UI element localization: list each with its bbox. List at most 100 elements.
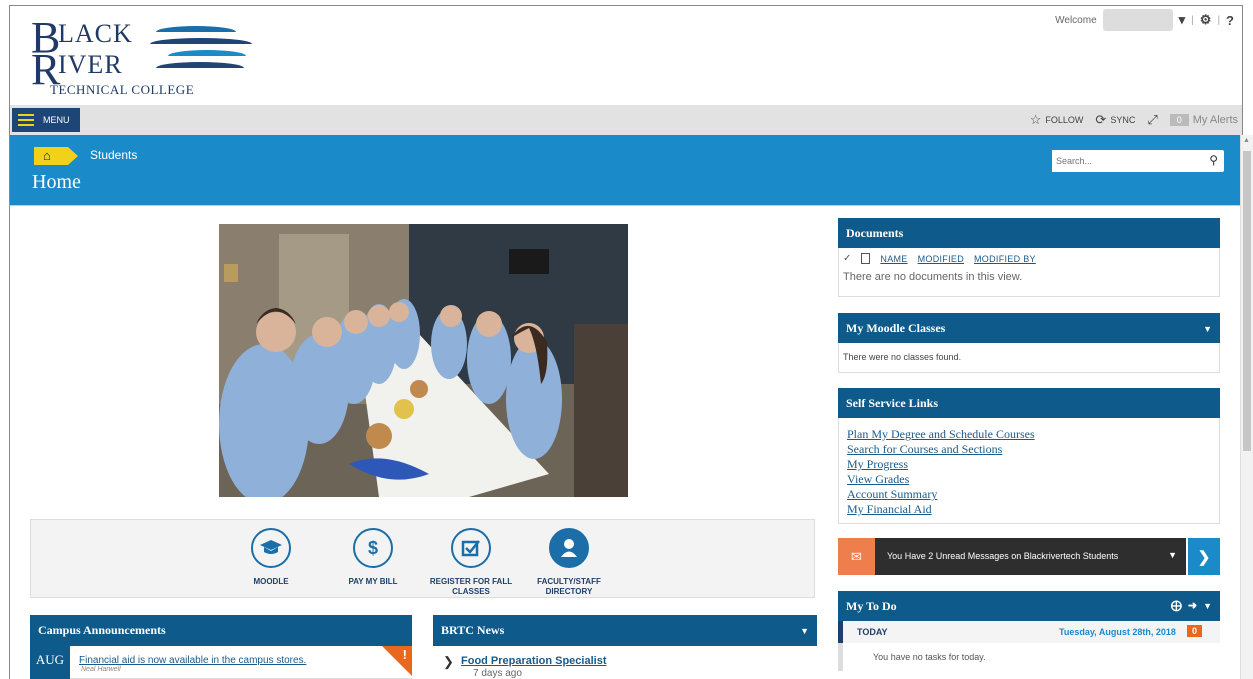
todo-date: Tuesday, August 28th, 2018 bbox=[1059, 627, 1176, 637]
campus-announcements-header: Campus Announcements bbox=[30, 615, 412, 646]
menu-button[interactable]: MENU bbox=[12, 108, 80, 132]
news-item-title-link[interactable]: Food Preparation Specialist bbox=[461, 655, 606, 667]
select-all-checkmark-icon[interactable]: ✓ bbox=[843, 253, 851, 264]
envelope-icon: ✉ bbox=[838, 538, 875, 575]
page-scrollbar[interactable]: ▲ bbox=[1240, 135, 1253, 679]
unread-messages-bar[interactable]: ✉ You Have 2 Unread Messages on Blackriv… bbox=[838, 538, 1186, 575]
suite-actions: ☆ FOLLOW ⟳ SYNC ⤢ 0 My Alerts bbox=[1030, 105, 1238, 135]
menu-label: MENU bbox=[43, 115, 70, 125]
announcement-title-link[interactable]: Financial aid is now available in the ca… bbox=[79, 655, 306, 666]
moodle-empty-message: There were no classes found. bbox=[843, 352, 962, 362]
faculty-staff-directory-link[interactable]: FACULTY/STAFF DIRECTORY bbox=[519, 528, 619, 597]
quick-links-bar: MOODLE $ PAY MY BILL REGISTER FOR FALL C… bbox=[30, 519, 815, 598]
divider: | bbox=[1217, 14, 1221, 26]
column-modified-by[interactable]: MODIFIED BY bbox=[974, 254, 1036, 264]
unread-messages-text[interactable]: You Have 2 Unread Messages on Blackriver… bbox=[887, 551, 1118, 561]
moodle-classes-body: There were no classes found. bbox=[838, 343, 1220, 373]
next-day-icon[interactable]: ➜ bbox=[1188, 599, 1197, 612]
breadcrumb-arrow bbox=[68, 147, 78, 165]
pay-my-bill-link[interactable]: $ PAY MY BILL bbox=[323, 528, 423, 587]
documents-header: Documents bbox=[838, 218, 1220, 248]
search-icon[interactable]: ⚲ bbox=[1209, 153, 1218, 167]
announcement-row[interactable]: Financial aid is now available in the ca… bbox=[70, 646, 412, 679]
chevron-down-icon[interactable]: ▼ bbox=[800, 626, 809, 636]
link-account-summary[interactable]: Account Summary bbox=[847, 487, 1211, 502]
chevron-down-icon[interactable]: ▾ bbox=[1179, 12, 1186, 28]
search-box: ⚲ bbox=[1052, 150, 1224, 172]
suite-bar: MENU ☆ FOLLOW ⟳ SYNC ⤢ 0 My Alerts bbox=[9, 105, 1243, 135]
documents-empty-message: There are no documents in this view. bbox=[843, 271, 1023, 283]
todo-empty-message: You have no tasks for today. bbox=[873, 652, 986, 662]
link-my-financial-aid[interactable]: My Financial Aid bbox=[847, 502, 1211, 517]
moodle-classes-title: My Moodle Classes bbox=[846, 320, 946, 335]
help-icon[interactable]: ? bbox=[1226, 13, 1234, 28]
chevron-down-icon[interactable]: ▼ bbox=[1203, 599, 1212, 612]
user-name-redacted[interactable] bbox=[1102, 9, 1173, 31]
breadcrumb-home[interactable]: ⌂ bbox=[34, 147, 78, 165]
announcement-month: AUG bbox=[30, 646, 70, 679]
self-service-links-panel: Self Service Links Plan My Degree and Sc… bbox=[838, 388, 1220, 524]
column-name[interactable]: NAME bbox=[880, 254, 907, 264]
link-search-courses[interactable]: Search for Courses and Sections bbox=[847, 442, 1211, 457]
search-input[interactable] bbox=[1052, 150, 1192, 172]
banner-photo bbox=[219, 224, 628, 497]
campus-announcements-panel: Campus Announcements AUG Financial aid i… bbox=[30, 615, 412, 679]
todo-header: My To Do ⨁ ➜ ▼ bbox=[838, 591, 1220, 621]
todo-today-row: TODAY Tuesday, August 28th, 2018 0 bbox=[838, 621, 1220, 643]
gear-icon[interactable]: ⚙ bbox=[1200, 12, 1212, 28]
pay-my-bill-label: PAY MY BILL bbox=[348, 577, 398, 586]
user-bar: Welcome ▾ | ⚙ | ? bbox=[1055, 8, 1234, 32]
link-view-grades[interactable]: View Grades bbox=[847, 472, 1211, 487]
moodle-label: MOODLE bbox=[253, 577, 289, 586]
sync-button[interactable]: ⟳ SYNC bbox=[1095, 112, 1135, 128]
documents-body: ✓ NAME MODIFIED MODIFIED BY There are no… bbox=[838, 248, 1220, 297]
link-my-progress[interactable]: My Progress bbox=[847, 457, 1211, 472]
alert-icon: ! bbox=[402, 647, 407, 662]
divider: | bbox=[1191, 14, 1194, 26]
logo-wave bbox=[150, 38, 252, 44]
announcement-author: Neal Harwell bbox=[81, 666, 121, 673]
next-message-button[interactable]: ❯ bbox=[1188, 538, 1220, 575]
brtc-news-title: BRTC News bbox=[441, 623, 505, 637]
page-title: Home bbox=[32, 171, 81, 193]
college-logo[interactable]: B LACK R IVER TECHNICAL COLLEGE bbox=[28, 13, 268, 100]
documents-panel: Documents ✓ NAME MODIFIED MODIFIED BY Th… bbox=[838, 218, 1220, 297]
news-item-time: 7 days ago bbox=[473, 668, 522, 679]
brtc-news-header: BRTC News ▼ bbox=[433, 615, 817, 646]
logo-wave bbox=[156, 26, 236, 32]
home-icon: ⌂ bbox=[43, 148, 51, 163]
scroll-up-icon[interactable]: ▲ bbox=[1243, 137, 1250, 144]
breadcrumb-students[interactable]: Students bbox=[90, 148, 137, 162]
self-service-body: Plan My Degree and Schedule Courses Sear… bbox=[838, 418, 1220, 524]
logo-word-technical-college: TECHNICAL COLLEGE bbox=[50, 82, 195, 97]
logo-wave bbox=[168, 50, 246, 56]
todo-today-label: TODAY bbox=[857, 627, 888, 637]
follow-label: FOLLOW bbox=[1045, 115, 1084, 125]
column-modified[interactable]: MODIFIED bbox=[918, 254, 964, 264]
add-task-icon[interactable]: ⨁ bbox=[1171, 599, 1182, 612]
moodle-link[interactable]: MOODLE bbox=[221, 528, 321, 587]
todo-title: My To Do bbox=[846, 598, 897, 613]
chevron-down-icon[interactable]: ▼ bbox=[1168, 550, 1177, 560]
hamburger-icon bbox=[18, 114, 34, 126]
register-fall-classes-link[interactable]: REGISTER FOR FALL CLASSES bbox=[421, 528, 521, 597]
alerts-count-badge: 0 bbox=[1169, 114, 1189, 126]
link-plan-my-degree[interactable]: Plan My Degree and Schedule Courses bbox=[847, 427, 1211, 442]
logo-wave bbox=[156, 62, 244, 68]
todo-empty-row: You have no tasks for today. bbox=[838, 643, 1220, 671]
moodle-classes-panel: My Moodle Classes ▼ There were no classe… bbox=[838, 313, 1220, 373]
moodle-classes-header: My Moodle Classes ▼ bbox=[838, 313, 1220, 343]
site-header: B LACK R IVER TECHNICAL COLLEGE Welcome … bbox=[9, 5, 1243, 105]
star-icon: ☆ bbox=[1029, 112, 1042, 127]
focus-mode-button[interactable]: ⤢ bbox=[1147, 112, 1157, 128]
graduation-cap-icon bbox=[251, 528, 291, 568]
dollar-icon: $ bbox=[353, 528, 393, 568]
alerts-button[interactable]: 0 My Alerts bbox=[1169, 114, 1238, 126]
follow-button[interactable]: ☆ FOLLOW bbox=[1030, 112, 1084, 128]
chevron-down-icon[interactable]: ▼ bbox=[1203, 324, 1212, 334]
todo-tools: ⨁ ➜ ▼ bbox=[1171, 599, 1212, 612]
logo-word-river: IVER bbox=[58, 50, 123, 79]
register-fall-classes-label: REGISTER FOR FALL CLASSES bbox=[429, 577, 513, 596]
scrollbar-thumb[interactable] bbox=[1243, 151, 1251, 451]
sync-label: SYNC bbox=[1110, 115, 1136, 125]
